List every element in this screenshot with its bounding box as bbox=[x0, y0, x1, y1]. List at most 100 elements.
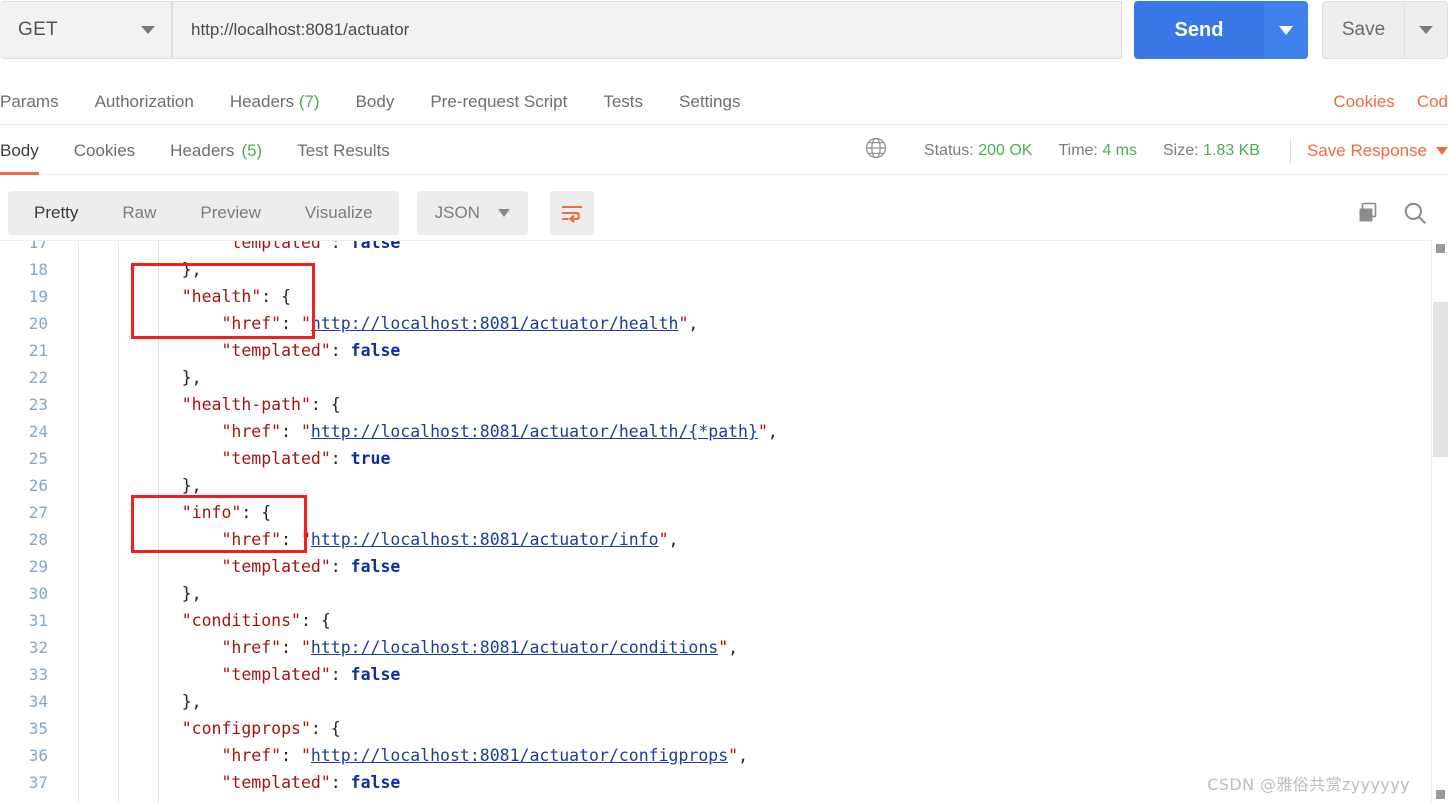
code-line: 26 }, bbox=[0, 472, 1412, 499]
line-content: "conditions": { bbox=[181, 611, 331, 630]
code-line: 22 }, bbox=[0, 364, 1412, 391]
code-line: 36 "href": "http://localhost:8081/actuat… bbox=[0, 742, 1412, 769]
line-content: }, bbox=[181, 584, 202, 603]
code-line: 27 "info": { bbox=[0, 499, 1412, 526]
line-content: "href": "http://localhost:8081/actuator/… bbox=[221, 746, 749, 765]
view-raw[interactable]: Raw bbox=[100, 191, 178, 235]
code-line: 18 }, bbox=[0, 256, 1412, 283]
line-number: 27 bbox=[28, 503, 48, 522]
line-content: "href": "http://localhost:8081/actuator/… bbox=[221, 422, 778, 441]
response-language-label: JSON bbox=[434, 203, 480, 222]
chevron-down-icon bbox=[1436, 146, 1448, 155]
copy-icon[interactable] bbox=[1356, 201, 1380, 225]
scrollbar-thumb[interactable] bbox=[1433, 302, 1448, 457]
code-line: 24 "href": "http://localhost:8081/actuat… bbox=[0, 418, 1412, 445]
response-tab-body[interactable]: Body bbox=[0, 127, 39, 175]
vertical-scrollbar[interactable] bbox=[1431, 240, 1448, 803]
line-number: 21 bbox=[28, 341, 48, 360]
view-pretty-label: Pretty bbox=[34, 203, 79, 222]
response-body-actions bbox=[1356, 200, 1448, 226]
line-content: }, bbox=[181, 368, 202, 387]
tab-body[interactable]: Body bbox=[356, 92, 395, 112]
http-method-label: GET bbox=[18, 19, 58, 40]
view-preview[interactable]: Preview bbox=[178, 191, 282, 235]
save-button[interactable]: Save bbox=[1322, 1, 1404, 59]
line-content: "templated": false bbox=[221, 240, 401, 252]
line-content: "href": "http://localhost:8081/actuator/… bbox=[221, 314, 699, 333]
tab-params[interactable]: Params bbox=[0, 92, 59, 112]
size-label: Size: bbox=[1163, 141, 1199, 159]
line-content: "href": "http://localhost:8081/actuator/… bbox=[221, 530, 679, 549]
code-line: 34 }, bbox=[0, 688, 1412, 715]
send-button[interactable]: Send bbox=[1134, 1, 1264, 59]
code-line: 20 "href": "http://localhost:8081/actuat… bbox=[0, 310, 1412, 337]
view-raw-label: Raw bbox=[122, 203, 157, 222]
http-method-selector[interactable]: GET bbox=[0, 1, 172, 59]
size-meta: Size: 1.83 KB bbox=[1163, 142, 1260, 160]
response-meta: Status: 200 OK Time: 4 ms Size: 1.83 KB … bbox=[864, 136, 1448, 165]
response-tab-headers-label: Headers bbox=[170, 140, 235, 160]
tab-tests-label: Tests bbox=[603, 92, 644, 111]
code-line-container: 17 "templated": false 18 }, 19 "health": {… bbox=[0, 240, 1412, 796]
csdn-watermark: CSDN @雅俗共赏zyyyyyy bbox=[1207, 775, 1410, 794]
tab-params-label: Params bbox=[0, 92, 59, 111]
line-number: 17 bbox=[28, 240, 48, 252]
scroll-down-arrow[interactable] bbox=[1432, 786, 1448, 803]
code-line: 31 "conditions": { bbox=[0, 607, 1412, 634]
response-tab-headers-count: (5) bbox=[241, 140, 263, 160]
save-options-button[interactable] bbox=[1404, 1, 1448, 59]
line-content: "href": "http://localhost:8081/actuator/… bbox=[221, 638, 739, 657]
response-tab-cookies[interactable]: Cookies bbox=[74, 127, 135, 175]
scroll-up-arrow[interactable] bbox=[1432, 240, 1448, 257]
line-number: 20 bbox=[28, 314, 48, 333]
request-url-input[interactable]: http://localhost:8081/actuator bbox=[172, 1, 1122, 59]
word-wrap-toggle[interactable] bbox=[549, 191, 594, 235]
globe-icon bbox=[864, 136, 888, 165]
tab-headers-label: Headers bbox=[229, 92, 295, 111]
code-line: 29 "templated": false bbox=[0, 553, 1412, 580]
chevron-down-icon bbox=[141, 26, 155, 34]
line-number: 32 bbox=[28, 638, 48, 657]
line-number: 29 bbox=[28, 557, 48, 576]
status-meta: Status: 200 OK bbox=[924, 142, 1033, 160]
code-line: 28 "href": "http://localhost:8081/actuat… bbox=[0, 526, 1412, 553]
response-tab-test-results-label: Test Results bbox=[297, 140, 390, 160]
save-response-button[interactable]: Save Response bbox=[1307, 141, 1448, 161]
tab-pre-request-script[interactable]: Pre-request Script bbox=[430, 92, 567, 112]
line-number: 28 bbox=[28, 530, 48, 549]
time-meta: Time: 4 ms bbox=[1058, 142, 1137, 160]
line-number: 35 bbox=[28, 719, 48, 738]
search-icon[interactable] bbox=[1402, 200, 1428, 226]
line-number: 34 bbox=[28, 692, 48, 711]
tab-pre-request-script-label: Pre-request Script bbox=[430, 92, 568, 111]
tab-authorization[interactable]: Authorization bbox=[95, 92, 194, 112]
tab-settings-label: Settings bbox=[679, 92, 741, 111]
view-visualize[interactable]: Visualize bbox=[283, 191, 395, 235]
tab-headers[interactable]: Headers (7) bbox=[230, 92, 320, 112]
send-button-group: Send bbox=[1134, 1, 1308, 59]
line-content: }, bbox=[181, 476, 202, 495]
response-format-toolbar: Pretty Raw Preview Visualize JSON bbox=[0, 186, 1448, 240]
code-line: 30 }, bbox=[0, 580, 1412, 607]
request-tab-actions: Cookies Cod bbox=[1333, 92, 1448, 112]
status-label: Status: bbox=[923, 141, 974, 159]
line-content: "info": { bbox=[181, 503, 272, 522]
tab-settings[interactable]: Settings bbox=[679, 92, 740, 112]
tab-authorization-label: Authorization bbox=[94, 92, 194, 111]
response-tab-strip: Body Cookies Headers (5) Test Results St… bbox=[0, 127, 1448, 175]
line-content: "templated": false bbox=[221, 557, 401, 576]
response-tab-test-results[interactable]: Test Results bbox=[297, 127, 390, 175]
response-language-selector[interactable]: JSON bbox=[416, 191, 528, 235]
size-value: 1.83 KB bbox=[1203, 141, 1260, 159]
code-line: 35 "configprops": { bbox=[0, 715, 1412, 742]
response-tab-body-label: Body bbox=[0, 140, 39, 160]
response-body-viewer[interactable]: 17 "templated": false 18 }, 19 "health": {… bbox=[0, 240, 1448, 803]
send-options-button[interactable] bbox=[1264, 1, 1308, 59]
response-tab-headers[interactable]: Headers (5) bbox=[170, 127, 262, 175]
view-pretty[interactable]: Pretty bbox=[12, 191, 100, 235]
line-content: "configprops": { bbox=[181, 719, 341, 738]
line-number: 26 bbox=[28, 476, 48, 495]
code-link[interactable]: Cod bbox=[1417, 92, 1448, 112]
tab-tests[interactable]: Tests bbox=[603, 92, 643, 112]
cookies-link[interactable]: Cookies bbox=[1333, 92, 1394, 112]
